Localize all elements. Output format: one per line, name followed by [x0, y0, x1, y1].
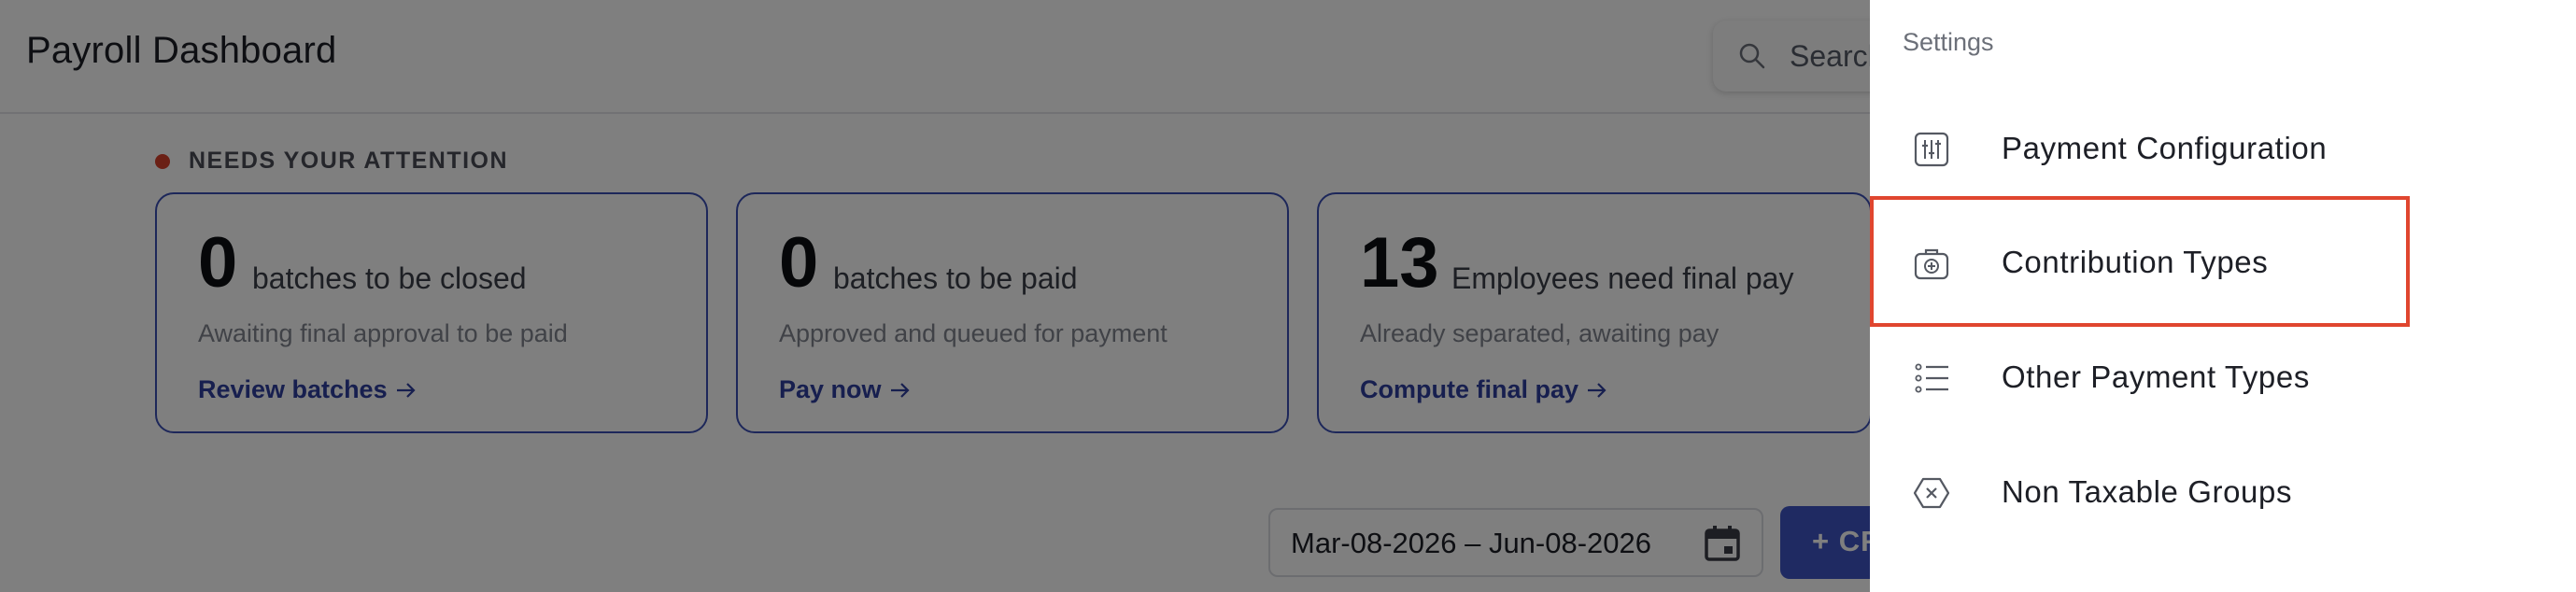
list-icon: [1915, 363, 1948, 393]
menu-item-other-payment-types[interactable]: Other Payment Types: [1870, 330, 2576, 423]
menu-item-label: Payment Configuration: [2002, 131, 2328, 165]
menu-item-label: Contribution Types: [2002, 245, 2269, 279]
tag-x-icon: [1913, 477, 1950, 509]
menu-item-non-taxable-groups[interactable]: Non Taxable Groups: [1870, 444, 2576, 538]
menu-item-contribution-types[interactable]: Contribution Types: [1870, 215, 2576, 308]
menu-item-payment-configuration[interactable]: Payment Configuration: [1870, 101, 2576, 194]
drawer-title: Settings: [1903, 28, 1994, 56]
medical-bag-icon: [1914, 248, 1949, 280]
menu-item-label: Other Payment Types: [2002, 359, 2310, 394]
settings-drawer: Settings Payment Configuration Contribut…: [1870, 0, 2576, 592]
menu-item-label: Non Taxable Groups: [2002, 474, 2293, 509]
modal-backdrop[interactable]: [0, 0, 1870, 592]
sliders-icon: [1914, 132, 1949, 167]
